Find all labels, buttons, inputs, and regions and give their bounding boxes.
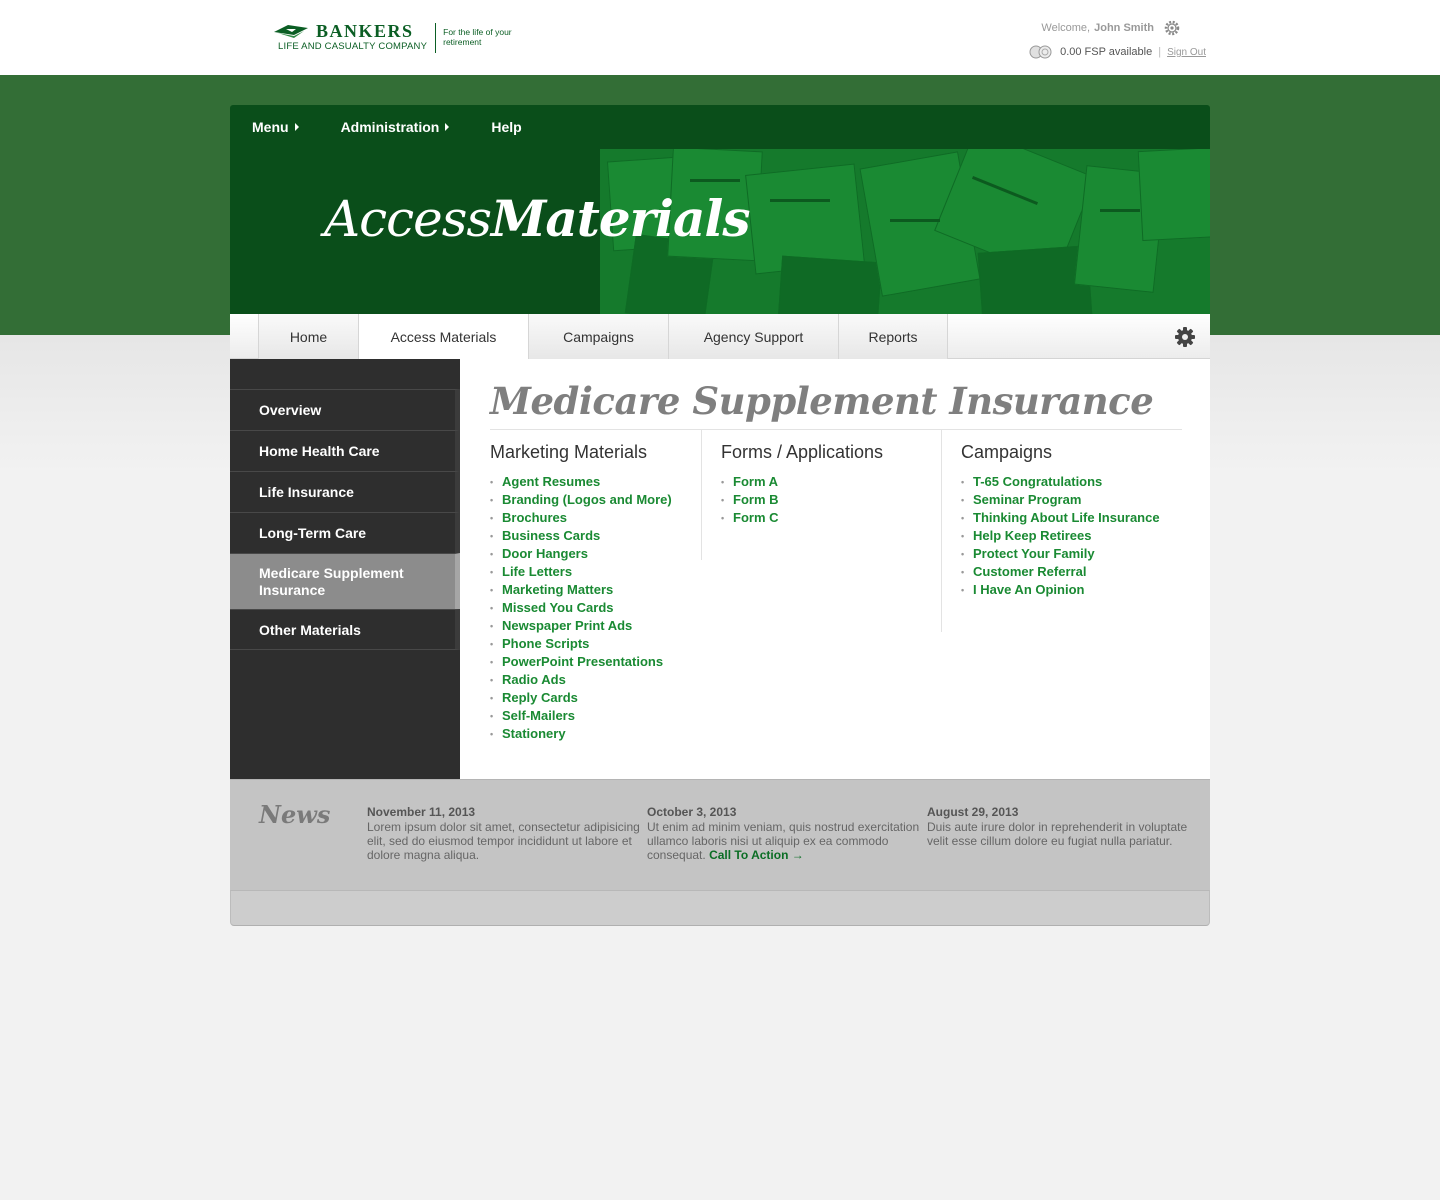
arrow-right-icon bbox=[445, 123, 450, 131]
fsp-balance: 0.00 FSP available bbox=[1060, 46, 1153, 58]
list-item[interactable]: Branding (Logos and More) bbox=[490, 491, 702, 509]
list-item[interactable]: Customer Referral bbox=[961, 563, 1160, 581]
list-item[interactable]: Self-Mailers bbox=[490, 707, 702, 725]
footer-bar bbox=[230, 890, 1210, 926]
news-date: November 11, 2013 bbox=[367, 805, 476, 819]
bankers-logo[interactable]: BANKERS LIFE AND CASUALTY COMPANY For th… bbox=[274, 22, 513, 54]
page-title: Medicare Supplement Insurance bbox=[490, 379, 1182, 430]
sidebar-item-long-term-care[interactable]: Long-Term Care bbox=[230, 512, 460, 553]
list-item[interactable]: Stationery bbox=[490, 725, 702, 743]
list-item[interactable]: Missed You Cards bbox=[490, 599, 702, 617]
news-item: November 11, 2013 Lorem ipsum dolor sit … bbox=[367, 800, 647, 890]
marketing-materials-heading: Marketing Materials bbox=[490, 442, 648, 462]
logo-tagline: For the life of your retirement bbox=[443, 27, 512, 47]
account-settings-icon[interactable] bbox=[1164, 20, 1180, 36]
sidebar-item-life-insurance[interactable]: Life Insurance bbox=[230, 471, 460, 512]
sidebar-item-other-materials[interactable]: Other Materials bbox=[230, 609, 460, 650]
tab-reports[interactable]: Reports bbox=[838, 314, 948, 359]
top-header: BANKERS LIFE AND CASUALTY COMPANY For th… bbox=[0, 0, 1440, 75]
list-item[interactable]: Form C bbox=[721, 509, 941, 527]
list-item[interactable]: Phone Scripts bbox=[490, 635, 702, 653]
list-item[interactable]: Thinking About Life Insurance bbox=[961, 509, 1160, 527]
welcome-area: Welcome, John Smith bbox=[1041, 20, 1180, 36]
header-separator: | bbox=[1158, 46, 1162, 58]
news-date: October 3, 2013 bbox=[647, 805, 737, 819]
coins-icon bbox=[1028, 45, 1054, 59]
forms-applications-column: Forms / Applications Form A Form B Form … bbox=[702, 430, 942, 632]
menu-nav-item[interactable]: Menu bbox=[252, 119, 299, 135]
list-item[interactable]: Door Hangers bbox=[490, 545, 702, 563]
hero-title: AccessMaterials bbox=[324, 189, 751, 248]
list-item[interactable]: Brochures bbox=[490, 509, 702, 527]
hero-banner: Menu Administration Help AccessMaterials bbox=[230, 105, 1210, 314]
tab-campaigns[interactable]: Campaigns bbox=[528, 314, 668, 359]
sidebar-item-overview[interactable]: Overview bbox=[230, 389, 460, 430]
campaigns-heading: Campaigns bbox=[961, 442, 1053, 462]
administration-nav-item[interactable]: Administration bbox=[341, 119, 450, 135]
main-content: Medicare Supplement Insurance Marketing … bbox=[460, 359, 1210, 779]
logo-divider bbox=[435, 23, 437, 53]
campaigns-list: T-65 Congratulations Seminar Program Thi… bbox=[961, 473, 1160, 599]
list-item[interactable]: Life Letters bbox=[490, 563, 702, 581]
list-item[interactable]: Form A bbox=[721, 473, 941, 491]
menu-label: Menu bbox=[252, 119, 289, 135]
list-item[interactable]: Form B bbox=[721, 491, 941, 509]
user-name: John Smith bbox=[1094, 22, 1154, 34]
main-tabs: Home Access Materials Campaigns Agency S… bbox=[230, 314, 1210, 360]
news-item: August 29, 2013 Duis aute irure dolor in… bbox=[927, 800, 1207, 890]
sidebar-item-medicare-supplement[interactable]: Medicare Supplement Insurance bbox=[230, 553, 460, 609]
logo-mark-icon bbox=[274, 24, 308, 40]
list-item[interactable]: T-65 Congratulations bbox=[961, 473, 1160, 491]
tab-home[interactable]: Home bbox=[258, 314, 358, 359]
hero-title-part2: Materials bbox=[491, 189, 751, 248]
news-section: News November 11, 2013 Lorem ipsum dolor… bbox=[230, 779, 1210, 890]
help-label: Help bbox=[491, 119, 522, 135]
list-item[interactable]: Newspaper Print Ads bbox=[490, 617, 702, 635]
news-date: August 29, 2013 bbox=[927, 805, 1019, 819]
fsp-area: 0.00 FSP available | Sign Out bbox=[1028, 45, 1206, 59]
arrow-right-icon bbox=[294, 123, 299, 131]
main-container: Menu Administration Help AccessMaterials… bbox=[230, 105, 1210, 926]
administration-label: Administration bbox=[340, 119, 440, 135]
list-item[interactable]: Help Keep Retirees bbox=[961, 527, 1160, 545]
top-navigation: Menu Administration Help bbox=[252, 119, 564, 135]
settings-gear-icon[interactable] bbox=[1174, 326, 1196, 348]
list-item[interactable]: Marketing Matters bbox=[490, 581, 702, 599]
marketing-materials-column: Marketing Materials Agent Resumes Brandi… bbox=[490, 430, 702, 743]
list-item[interactable]: Seminar Program bbox=[961, 491, 1160, 509]
news-text: Lorem ipsum dolor sit amet, consectetur … bbox=[367, 820, 640, 862]
sign-out-link[interactable]: Sign Out bbox=[1167, 47, 1206, 58]
logo-subtitle: LIFE AND CASUALTY COMPANY bbox=[278, 41, 428, 52]
news-item: October 3, 2013 Ut enim ad minim veniam,… bbox=[647, 800, 927, 890]
forms-list: Form A Form B Form C bbox=[721, 473, 941, 527]
campaigns-column: Campaigns T-65 Congratulations Seminar P… bbox=[942, 430, 1160, 743]
marketing-materials-list: Agent Resumes Branding (Logos and More) … bbox=[490, 473, 702, 743]
content-area: Overview Home Health Care Life Insurance… bbox=[230, 359, 1210, 779]
list-item[interactable]: I Have An Opinion bbox=[961, 581, 1160, 599]
news-text: Duis aute irure dolor in reprehenderit i… bbox=[927, 820, 1188, 848]
welcome-label: Welcome, bbox=[1041, 22, 1091, 34]
list-item[interactable]: Protect Your Family bbox=[961, 545, 1160, 563]
news-heading: News bbox=[259, 800, 331, 829]
call-to-action-link[interactable]: Call To Action → bbox=[709, 848, 804, 862]
list-item[interactable]: Radio Ads bbox=[490, 671, 702, 689]
material-columns: Marketing Materials Agent Resumes Brandi… bbox=[490, 430, 1182, 743]
sidebar: Overview Home Health Care Life Insurance… bbox=[230, 359, 460, 779]
list-item[interactable]: PowerPoint Presentations bbox=[490, 653, 702, 671]
tab-access-materials[interactable]: Access Materials bbox=[358, 314, 528, 360]
hero-title-part1: Access bbox=[324, 190, 492, 248]
help-nav-item[interactable]: Help bbox=[491, 119, 521, 135]
sidebar-item-home-health-care[interactable]: Home Health Care bbox=[230, 430, 460, 471]
logo-name: BANKERS bbox=[316, 21, 414, 41]
list-item[interactable]: Agent Resumes bbox=[490, 473, 702, 491]
forms-applications-heading: Forms / Applications bbox=[721, 442, 884, 462]
tab-agency-support[interactable]: Agency Support bbox=[668, 314, 838, 359]
list-item[interactable]: Business Cards bbox=[490, 527, 702, 545]
logo-words: BANKERS LIFE AND CASUALTY COMPANY bbox=[278, 21, 427, 52]
list-item[interactable]: Reply Cards bbox=[490, 689, 702, 707]
